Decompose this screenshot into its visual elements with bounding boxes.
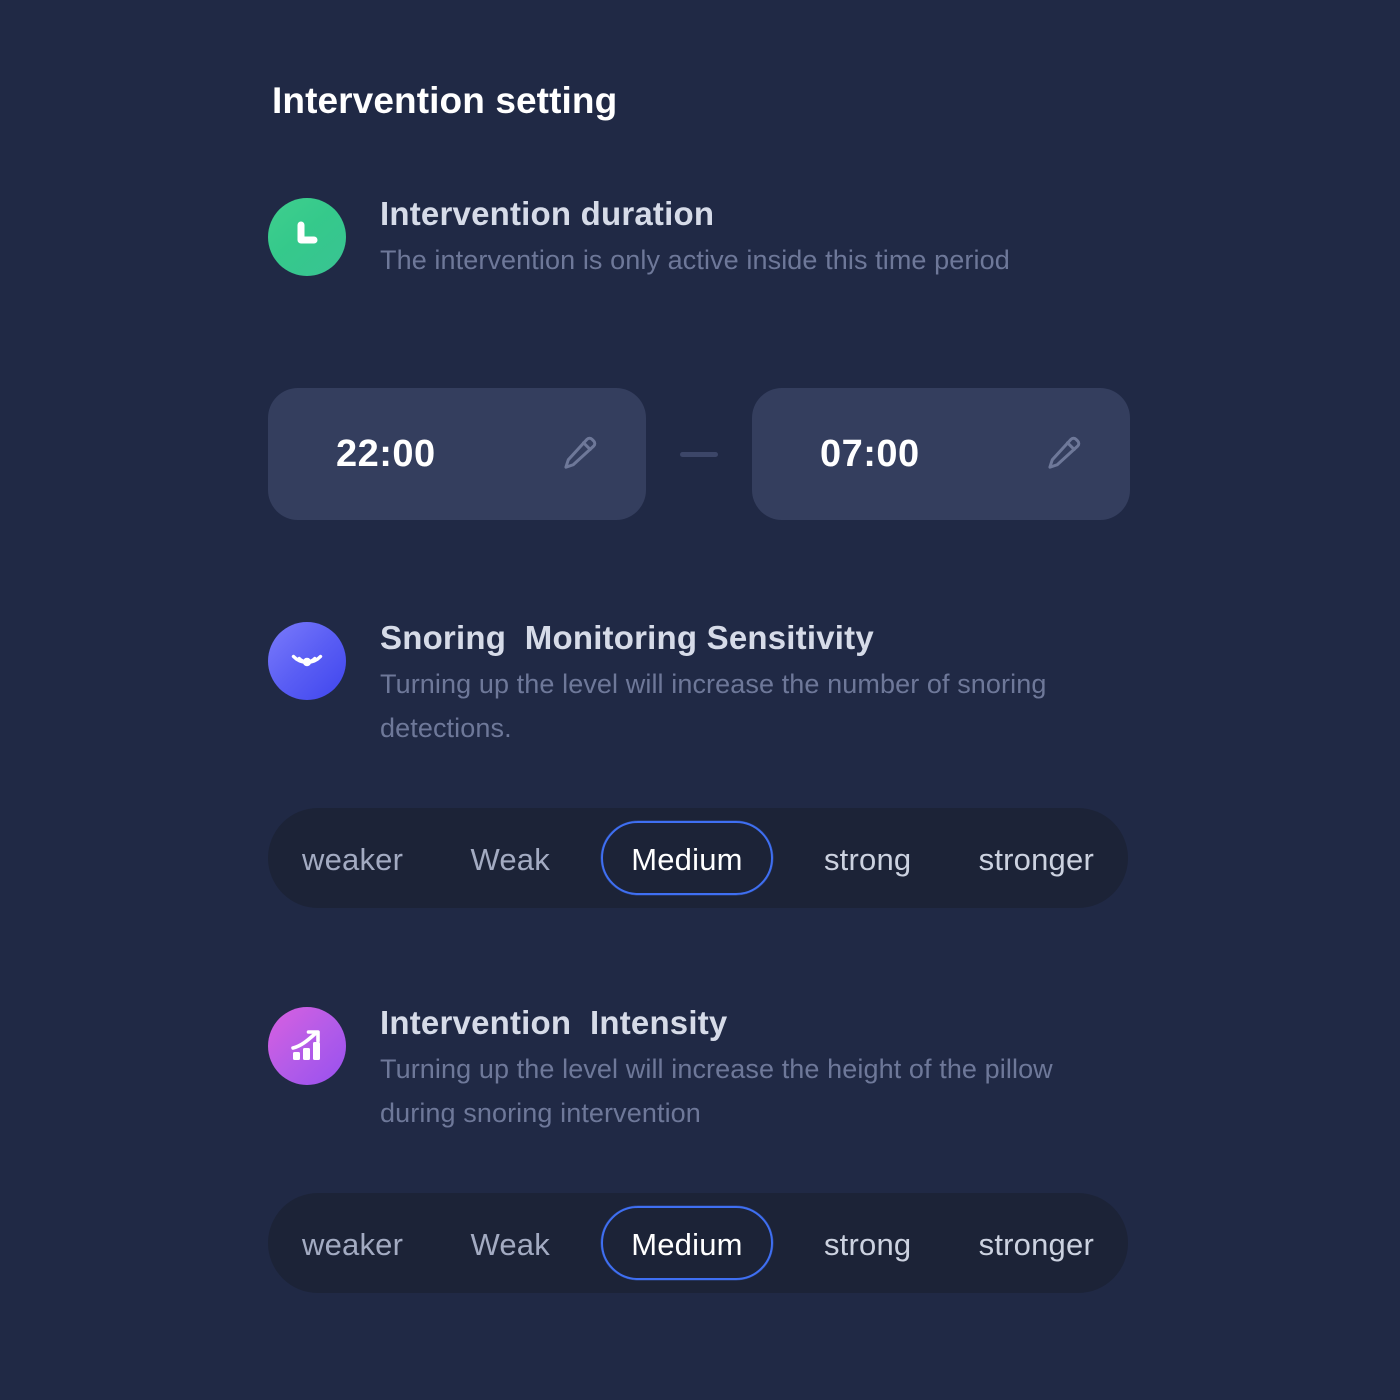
- time-range-row: 22:00 07:00: [268, 388, 1130, 520]
- end-time-field[interactable]: 07:00: [752, 388, 1130, 520]
- section-title: Snoring Monitoring Sensitivity: [380, 619, 874, 656]
- section-header: Intervention duration The intervention i…: [268, 195, 1128, 283]
- sensitivity-option-weak[interactable]: Weak: [454, 821, 565, 895]
- section-intervention-intensity: Intervention Intensity Turning up the le…: [268, 1004, 1128, 1135]
- pencil-icon[interactable]: [558, 433, 600, 475]
- sensitivity-option-weaker[interactable]: weaker: [286, 821, 419, 895]
- time-range-separator: [646, 451, 752, 457]
- start-time-value: 22:00: [336, 432, 436, 475]
- section-title: Intervention Intensity: [380, 1004, 728, 1041]
- intensity-option-strong[interactable]: strong: [808, 1206, 927, 1280]
- sensitivity-segmented-control[interactable]: weaker Weak Medium strong stronger: [268, 808, 1128, 908]
- page-title: Intervention setting: [272, 80, 618, 121]
- section-header: Intervention Intensity Turning up the le…: [268, 1004, 1128, 1135]
- growth-chart-icon: [268, 1007, 346, 1085]
- section-snoring-monitoring-sensitivity: Snoring Monitoring Sensitivity Turning u…: [268, 619, 1128, 750]
- intensity-segmented-control[interactable]: weaker Weak Medium strong stronger: [268, 1193, 1128, 1293]
- section-title: Intervention duration: [380, 195, 715, 232]
- start-time-field[interactable]: 22:00: [268, 388, 646, 520]
- section-intervention-duration: Intervention duration The intervention i…: [268, 195, 1128, 283]
- section-header: Snoring Monitoring Sensitivity Turning u…: [268, 619, 1128, 750]
- clock-icon: [268, 198, 346, 276]
- intervention-setting-screen: Intervention setting Intervention durati…: [0, 0, 1400, 1400]
- section-description: Turning up the level will increase the h…: [380, 1053, 1053, 1128]
- intensity-option-stronger[interactable]: stronger: [963, 1206, 1110, 1280]
- intensity-option-medium[interactable]: Medium: [601, 1206, 773, 1280]
- sensitivity-option-stronger[interactable]: stronger: [963, 821, 1110, 895]
- sonar-icon: [268, 622, 346, 700]
- intensity-option-weaker[interactable]: weaker: [286, 1206, 419, 1280]
- section-description: The intervention is only active inside t…: [380, 244, 1010, 275]
- pencil-icon[interactable]: [1042, 433, 1084, 475]
- intensity-option-weak[interactable]: Weak: [454, 1206, 565, 1280]
- end-time-value: 07:00: [820, 432, 920, 475]
- sensitivity-option-strong[interactable]: strong: [808, 821, 927, 895]
- sensitivity-option-medium[interactable]: Medium: [601, 821, 773, 895]
- section-description: Turning up the level will increase the n…: [380, 668, 1047, 743]
